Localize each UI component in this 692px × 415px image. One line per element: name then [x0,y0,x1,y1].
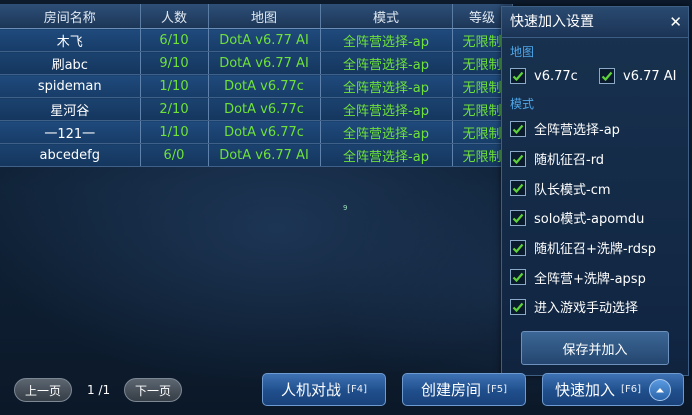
column-header-room-name[interactable]: 房间名称 [0,4,141,29]
create-room-hotkey: [F5] [487,384,507,395]
map-option-v677ai[interactable]: v6.77 AI [599,68,688,84]
page-indicator: 1 /1 [87,383,111,397]
map-cell: DotA v6.77 AI [208,28,321,52]
mode-option-label: 队长模式-cm [534,182,611,198]
mode-option-rdsp[interactable]: 随机征召+洗牌-rdsp [502,233,688,263]
players-cell: 9/10 [140,51,209,75]
map-cell: DotA v6.77c [208,97,321,121]
checkbox-checked-icon[interactable] [510,150,526,167]
map-option-v677c[interactable]: v6.77c [510,68,599,84]
map-cell: DotA v6.77c [208,74,321,98]
players-cell: 6/0 [140,143,209,167]
mode-option-label: 随机征召-rd [534,153,605,169]
background-watermark: 9 [343,204,348,212]
players-cell: 1/10 [140,74,209,98]
panel-header: 快速加入设置 ✕ [502,7,688,38]
quick-join-label: 快速加入 [555,381,616,399]
map-options: v6.77c v6.77 AI [502,62,688,90]
checkbox-checked-icon[interactable] [510,180,526,197]
table-row[interactable]: 木飞 6/10 DotA v6.77 AI 全阵营选择-ap 无限制 [0,28,513,52]
quick-join-settings-panel: 快速加入设置 ✕ 地图 v6.77c v6.77 AI 模式 全阵营选择-ap … [501,6,689,376]
mode-option-cm[interactable]: 队长模式-cm [502,173,688,203]
quick-join-hotkey: [F6] [621,384,641,395]
table-row[interactable]: spideman 1/10 DotA v6.77c 全阵营选择-ap 无限制 [0,74,513,98]
map-option-label: v6.77 AI [623,68,677,84]
quick-join-button[interactable]: 快速加入 [F6] [542,373,684,406]
mode-option-apomdu[interactable]: solo模式-apomdu [502,203,688,233]
mode-option-ap[interactable]: 全阵营选择-ap [502,114,688,144]
create-room-button[interactable]: 创建房间 [F5] [402,373,526,406]
mode-option-label: 进入游戏手动选择 [534,301,639,317]
mode-option-label: solo模式-apomdu [534,212,645,228]
save-and-join-button[interactable]: 保存并加入 [521,331,669,365]
next-page-button[interactable]: 下一页 [124,378,182,402]
close-icon[interactable]: ✕ [669,7,682,37]
map-option-label: v6.77c [534,68,578,84]
table-header-row: 房间名称 人数 地图 模式 等级 [0,4,513,29]
room-name-cell: 星河谷 [0,97,141,121]
mode-cell: 全阵营选择-ap [320,120,453,144]
mode-option-apsp[interactable]: 全阵营+洗牌-apsp [502,262,688,292]
prev-page-button[interactable]: 上一页 [14,378,72,402]
room-name-cell: 木飞 [0,28,141,52]
table-row[interactable]: 一121一 1/10 DotA v6.77c 全阵营选择-ap 无限制 [0,120,513,144]
room-list-table: 房间名称 人数 地图 模式 等级 木飞 6/10 DotA v6.77 AI 全… [0,4,513,167]
mode-section-label: 模式 [510,97,535,111]
room-name-cell: 刷abc [0,51,141,75]
column-header-players[interactable]: 人数 [140,4,209,29]
table-row[interactable]: abcedefg 6/0 DotA v6.77 AI 全阵营选择-ap 无限制 [0,143,513,167]
mode-cell: 全阵营选择-ap [320,74,453,98]
map-section-label: 地图 [510,45,535,59]
mode-cell: 全阵营选择-ap [320,143,453,167]
mode-options: 全阵营选择-ap 随机征召-rd 队长模式-cm solo模式-apomdu 随… [502,114,688,322]
map-cell: DotA v6.77c [208,120,321,144]
players-cell: 6/10 [140,28,209,52]
mode-option-label: 全阵营+洗牌-apsp [534,271,646,287]
room-name-cell: 一121一 [0,120,141,144]
vs-ai-button[interactable]: 人机对战 [F4] [262,373,386,406]
checkbox-checked-icon[interactable] [599,68,615,84]
create-room-label: 创建房间 [421,381,482,399]
checkbox-checked-icon[interactable] [510,298,526,315]
map-cell: DotA v6.77 AI [208,51,321,75]
column-header-map[interactable]: 地图 [208,4,321,29]
checkbox-checked-icon[interactable] [510,68,526,84]
mode-option-manual[interactable]: 进入游戏手动选择 [502,292,688,322]
chevron-up-icon[interactable] [648,378,671,401]
table-row[interactable]: 刷abc 9/10 DotA v6.77 AI 全阵营选择-ap 无限制 [0,51,513,75]
vs-ai-hotkey: [F4] [347,384,367,395]
vs-ai-label: 人机对战 [281,381,342,399]
mode-cell: 全阵营选择-ap [320,28,453,52]
checkbox-checked-icon[interactable] [510,120,526,137]
map-cell: DotA v6.77 AI [208,143,321,167]
checkbox-checked-icon[interactable] [510,239,526,256]
mode-option-label: 随机征召+洗牌-rdsp [534,242,656,258]
mode-option-label: 全阵营选择-ap [534,123,620,139]
checkbox-checked-icon[interactable] [510,209,526,226]
column-header-mode[interactable]: 模式 [320,4,453,29]
panel-title: 快速加入设置 [510,14,594,30]
mode-option-rd[interactable]: 随机征召-rd [502,144,688,174]
table-row[interactable]: 星河谷 2/10 DotA v6.77c 全阵营选择-ap 无限制 [0,97,513,121]
room-name-cell: abcedefg [0,143,141,167]
mode-cell: 全阵营选择-ap [320,51,453,75]
room-name-cell: spideman [0,74,141,98]
checkbox-checked-icon[interactable] [510,269,526,286]
players-cell: 2/10 [140,97,209,121]
players-cell: 1/10 [140,120,209,144]
mode-cell: 全阵营选择-ap [320,97,453,121]
